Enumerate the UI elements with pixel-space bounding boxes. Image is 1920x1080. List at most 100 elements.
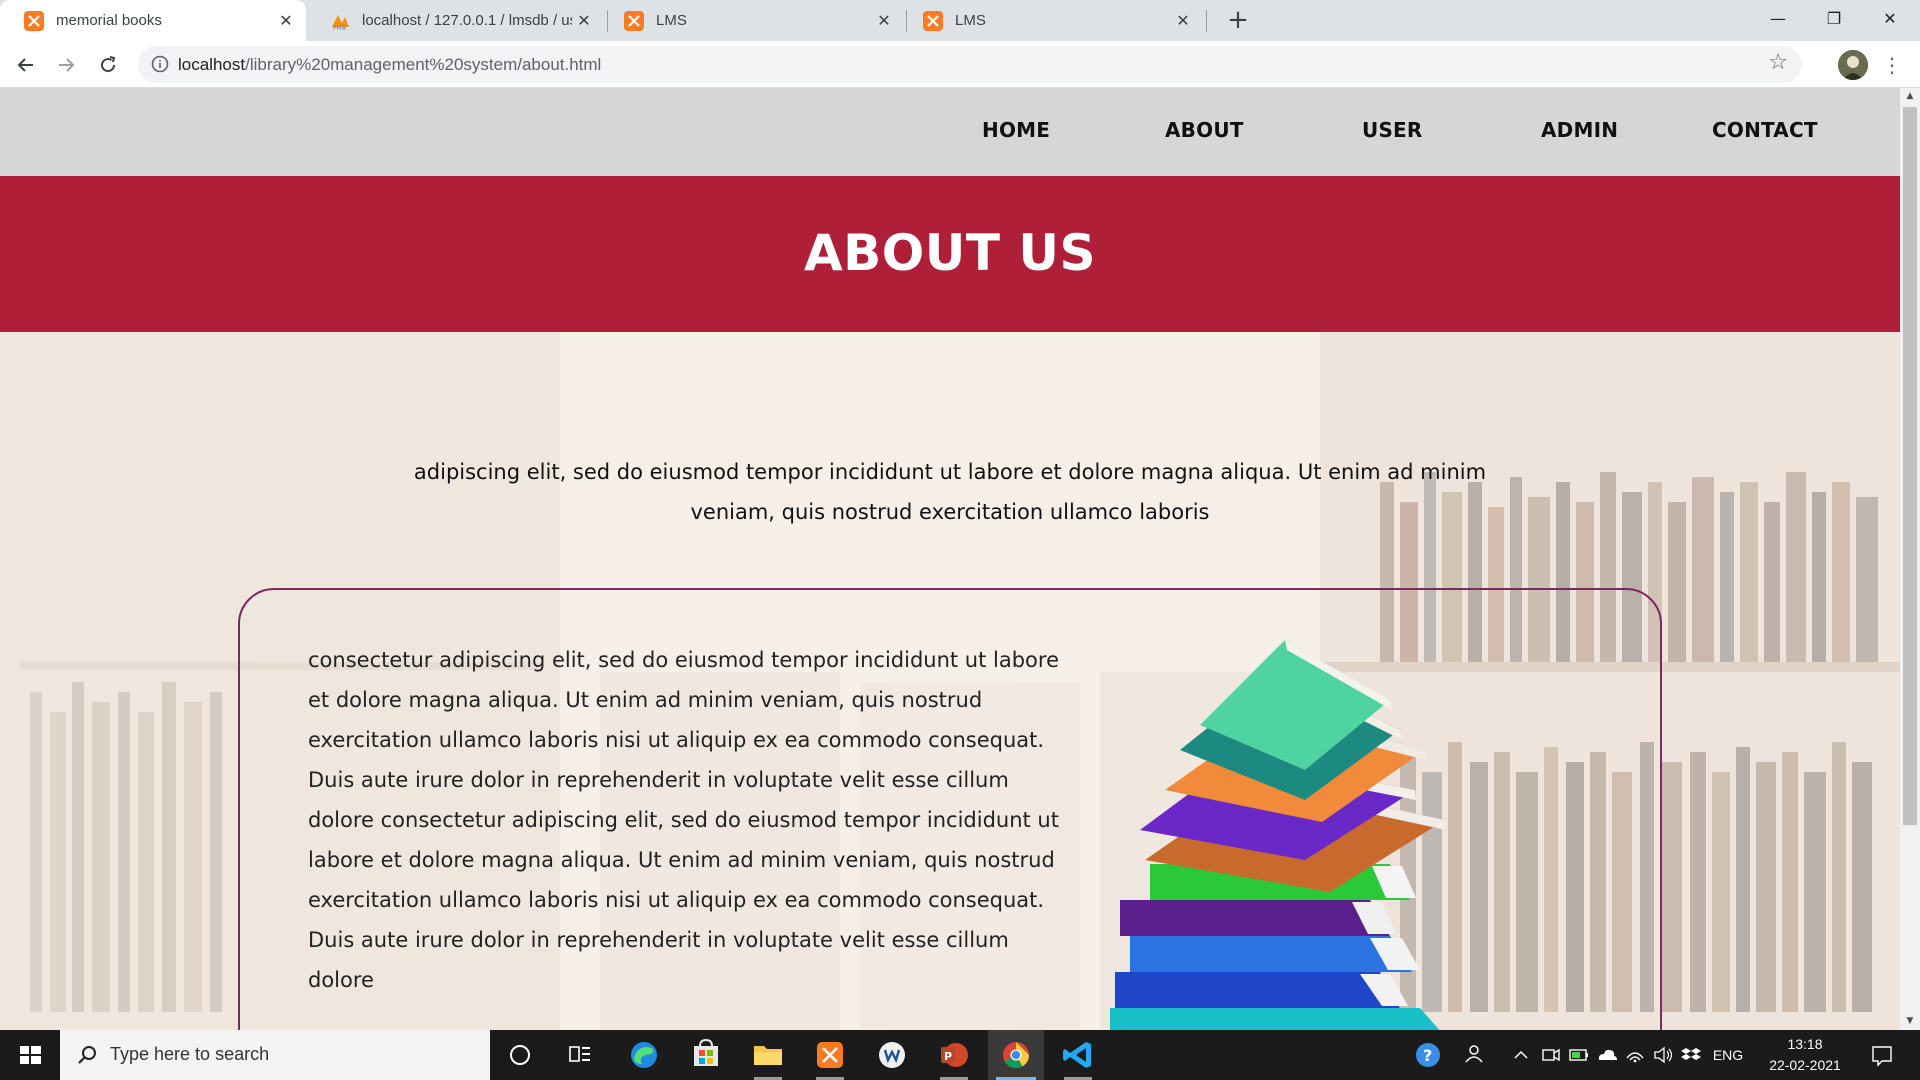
cortana-button[interactable]	[492, 1030, 548, 1080]
help-icon[interactable]: ?	[1410, 1030, 1446, 1080]
tab-memorial-books[interactable]: memorial books ✕	[0, 0, 306, 41]
windows-taskbar: Type here to search P ? ENG 13:18 22-02-…	[0, 1030, 1920, 1080]
profile-avatar[interactable]	[1838, 50, 1868, 80]
system-clock[interactable]: 13:18 22-02-2021	[1760, 1034, 1850, 1076]
taskbar-file-explorer[interactable]	[740, 1030, 796, 1080]
about-card-text: consectetur adipiscing elit, sed do eius…	[308, 648, 1059, 992]
book-stack-image	[1110, 640, 1446, 1030]
bookmark-star-icon[interactable]: ☆	[1768, 50, 1788, 75]
taskbar-store[interactable]	[678, 1030, 734, 1080]
wifi-icon	[1626, 1052, 1644, 1063]
nav-home[interactable]: HOME	[982, 118, 1050, 142]
browser-tab-strip: memorial books ✕ PMA localhost / 127.0.0…	[0, 0, 1920, 41]
battery-charging-icon	[1569, 1049, 1588, 1061]
close-tab-icon[interactable]: ✕	[1171, 11, 1195, 30]
microsoft-store-icon	[694, 1038, 718, 1066]
intro-paragraph: adipiscing elit, sed do eiusmod tempor i…	[413, 460, 1487, 524]
taskbar-vscode[interactable]	[1050, 1030, 1106, 1080]
start-button[interactable]	[0, 1030, 60, 1080]
task-view-icon	[569, 1046, 590, 1062]
restore-button[interactable]: ❐	[1808, 0, 1860, 41]
taskbar-app[interactable]	[864, 1030, 920, 1080]
svg-text:PMA: PMA	[333, 25, 347, 31]
new-tab-button[interactable]: +	[1222, 4, 1254, 36]
dropbox-icon	[1681, 1048, 1701, 1060]
browser-menu-icon[interactable]: ⋮	[1882, 49, 1902, 81]
xampp-icon	[817, 1042, 843, 1068]
url-host: localhost	[178, 55, 246, 74]
page-scrollbar[interactable]: ▲ ▼	[1900, 88, 1920, 1030]
page-title: ABOUT US	[803, 224, 1097, 282]
tab-lms-1[interactable]: LMS ✕	[600, 0, 904, 41]
reload-button[interactable]	[92, 49, 124, 81]
xampp-icon	[24, 10, 44, 31]
language-indicator[interactable]: ENG	[1708, 1030, 1748, 1080]
cloud-icon	[1598, 1049, 1617, 1060]
xampp-icon	[923, 10, 943, 31]
powerpoint-icon: P	[941, 1043, 968, 1067]
nav-user[interactable]: USER	[1362, 118, 1423, 142]
scroll-down-arrow-icon[interactable]: ▼	[1900, 1013, 1920, 1030]
close-tab-icon[interactable]: ✕	[274, 11, 298, 30]
tab-phpmyadmin[interactable]: PMA localhost / 127.0.0.1 / lmsdb / us ✕	[306, 0, 604, 41]
battery-icon[interactable]	[1566, 1030, 1592, 1080]
meet-now-icon[interactable]	[1538, 1030, 1564, 1080]
tab-title: localhost / 127.0.0.1 / lmsdb / us	[362, 12, 572, 29]
browser-toolbar: localhost/library%20management%20system/…	[0, 41, 1920, 88]
search-icon	[78, 1046, 96, 1064]
clock-time: 13:18	[1787, 1036, 1823, 1052]
close-tab-icon[interactable]: ✕	[872, 11, 896, 30]
taskbar-powerpoint[interactable]: P	[926, 1030, 982, 1080]
address-bar[interactable]: localhost/library%20management%20system/…	[138, 46, 1802, 83]
site-navbar: HOME ABOUT USER ADMIN CONTACT	[0, 88, 1900, 176]
taskbar-edge[interactable]	[616, 1030, 672, 1080]
vscode-icon	[1063, 1042, 1091, 1068]
nav-about[interactable]: ABOUT	[1165, 118, 1244, 142]
show-hidden-icons-chevron-up-icon[interactable]	[1508, 1030, 1534, 1080]
xampp-icon	[624, 10, 644, 31]
close-window-button[interactable]: ✕	[1864, 0, 1916, 41]
chevron-up-icon	[1514, 1050, 1528, 1059]
close-tab-icon[interactable]: ✕	[572, 11, 596, 30]
chrome-icon	[1003, 1042, 1030, 1069]
forward-button[interactable]	[50, 49, 82, 81]
about-content: adipiscing elit, sed do eiusmod tempor i…	[0, 332, 1900, 1030]
search-placeholder: Type here to search	[110, 1044, 270, 1064]
arrow-left-icon	[17, 58, 33, 72]
people-icon	[1465, 1045, 1483, 1063]
phpmyadmin-icon: PMA	[332, 14, 349, 31]
windows-logo-icon	[20, 1046, 41, 1064]
tab-title: memorial books	[56, 12, 162, 29]
scrollbar-thumb[interactable]	[1903, 107, 1917, 825]
info-icon	[151, 55, 169, 73]
volume-icon[interactable]	[1650, 1030, 1676, 1080]
onedrive-icon[interactable]	[1594, 1030, 1620, 1080]
notifications-button[interactable]	[1862, 1030, 1902, 1080]
page-viewport: HOME ABOUT USER ADMIN CONTACT ABOUT US a…	[0, 88, 1900, 1030]
nav-admin[interactable]: ADMIN	[1541, 118, 1618, 142]
task-view-button[interactable]	[552, 1030, 608, 1080]
clock-date: 22-02-2021	[1769, 1057, 1841, 1073]
people-icon[interactable]	[1460, 1030, 1490, 1080]
edge-browser-icon	[631, 1042, 657, 1068]
speaker-icon	[1654, 1046, 1673, 1064]
scroll-up-arrow-icon[interactable]: ▲	[1900, 88, 1920, 105]
wifi-icon[interactable]	[1622, 1030, 1648, 1080]
video-camera-icon	[1542, 1048, 1560, 1062]
dropbox-icon[interactable]	[1678, 1030, 1704, 1080]
back-button[interactable]	[10, 49, 42, 81]
folder-icon	[754, 1046, 782, 1065]
cortana-circle-icon	[510, 1045, 530, 1065]
help-circle-icon: ?	[1416, 1043, 1440, 1067]
taskbar-search-box[interactable]: Type here to search	[60, 1030, 490, 1080]
url-text: localhost/library%20management%20system/…	[178, 55, 601, 75]
url-path: /library%20management%20system/about.htm…	[245, 55, 602, 74]
nav-contact[interactable]: CONTACT	[1712, 118, 1818, 142]
minimize-button[interactable]: —	[1752, 0, 1804, 41]
taskbar-xampp[interactable]	[802, 1030, 858, 1080]
arrow-right-icon	[59, 58, 75, 72]
app-circle-icon	[879, 1042, 905, 1068]
tab-lms-2[interactable]: LMS ✕	[899, 0, 1203, 41]
about-card: consectetur adipiscing elit, sed do eius…	[238, 588, 1662, 1030]
taskbar-chrome[interactable]	[988, 1030, 1044, 1080]
